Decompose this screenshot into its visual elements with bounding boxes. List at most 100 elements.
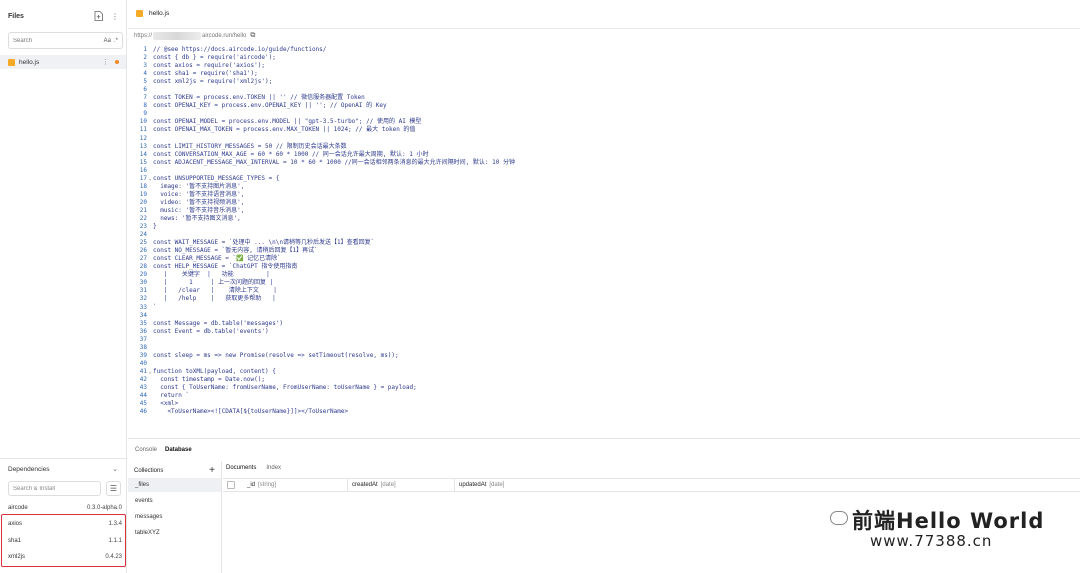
more-vertical-icon[interactable]: ⋮ — [110, 11, 120, 21]
collection-item[interactable]: messages — [128, 510, 221, 524]
code-line[interactable]: 34 — [128, 312, 1080, 320]
line-number: 27 — [139, 255, 147, 263]
code-line[interactable]: 35 const Message = db.table('messages') — [128, 320, 1080, 328]
line-number: 42 — [139, 375, 147, 383]
code-text: const { db } = require('aircode'); — [153, 54, 276, 62]
line-number: 28 — [139, 263, 147, 271]
code-line[interactable]: 22 news: '暂不支持图文消息', — [128, 215, 1080, 223]
code-line[interactable]: 39 const sleep = ms => new Promise(resolv… — [128, 352, 1080, 360]
copy-icon[interactable]: ⧉ — [250, 32, 255, 40]
line-number: 12 — [139, 134, 147, 142]
code-line[interactable]: 17 ⌄ const UNSUPPORTED_MESSAGE_TYPES = { — [128, 175, 1080, 183]
tab-index[interactable]: Index — [266, 465, 281, 471]
line-number: 10 — [139, 118, 147, 126]
file-more-icon[interactable]: ⋮ — [102, 58, 109, 66]
dependency-search-input[interactable] — [13, 485, 93, 492]
code-line[interactable]: 43 const { ToUserName: fromUserName, Fro… — [128, 384, 1080, 392]
code-line[interactable]: 3 const axios = require('axios'); — [128, 62, 1080, 70]
code-line[interactable]: 23} — [128, 223, 1080, 231]
code-line[interactable]: 26 const NO_MESSAGE = `暂无内容, 请稍后回复【1】再试` — [128, 247, 1080, 255]
code-text: image: '暂不支持图片消息', — [153, 182, 245, 190]
editor-tabbar: hello.js — [128, 0, 1080, 29]
code-line[interactable]: 4 const sha1 = require('sha1'); — [128, 70, 1080, 78]
editor-tab-label: hello.js — [149, 10, 170, 17]
line-number: 22 — [139, 214, 147, 222]
file-search-box[interactable]: Aa .* — [8, 32, 123, 49]
collection-item[interactable]: tableXYZ — [128, 526, 221, 540]
code-text: function toXML(payload, content) { — [153, 367, 276, 375]
line-number: 45 — [139, 400, 147, 408]
line-number: 1 — [143, 46, 147, 53]
line-number: 38 — [139, 343, 147, 351]
new-file-icon[interactable] — [93, 11, 103, 21]
code-line[interactable]: 28 const HELP_MESSAGE = `ChatGPT 指令使用指南 — [128, 263, 1080, 271]
column-header-createdat[interactable]: createdAt [date] — [348, 478, 455, 492]
code-line[interactable]: 8 const OPENAI_KEY = process.env.OPENAI_K… — [128, 102, 1080, 110]
file-item-hello-js[interactable]: hello.js ⋮ — [0, 55, 126, 69]
tab-database[interactable]: Database — [165, 447, 192, 453]
code-line[interactable]: 44 return ` — [128, 392, 1080, 400]
line-number: 16 — [139, 166, 147, 174]
code-line[interactable]: 33 ` — [128, 304, 1080, 312]
code-line[interactable]: 25 const WAIT_MESSAGE = `处理中 ... \n\n请稍等几… — [128, 239, 1080, 247]
files-header: Files ⋮ — [8, 9, 120, 23]
code-line[interactable]: 5 const xml2js = require('xml2js'); — [128, 78, 1080, 86]
regex-toggle[interactable]: .* — [114, 38, 118, 44]
gutter — [147, 312, 153, 320]
code-line[interactable]: 2 const { db } = require('aircode'); — [128, 54, 1080, 62]
line-number: 3 — [143, 62, 147, 70]
list-menu-icon[interactable]: ☰ — [106, 481, 121, 496]
line-number: 32 — [139, 295, 147, 303]
code-line[interactable]: 20 video: '暂不支持视频消息', — [128, 199, 1080, 207]
code-text: const NO_MESSAGE = `暂无内容, 请稍后回复【1】再试` — [153, 247, 318, 255]
code-line[interactable]: 42 const timestamp = Date.now(); — [128, 376, 1080, 384]
code-line[interactable]: 11 const OPENAI_MAX_TOKEN = process.env.M… — [128, 126, 1080, 134]
code-line[interactable]: 15 const ADJACENT_MESSAGE_MAX_INTERVAL = … — [128, 159, 1080, 167]
code-line[interactable]: 38 — [128, 344, 1080, 352]
code-line[interactable]: 21 music: '暂不支持音乐消息', — [128, 207, 1080, 215]
editor-tab-hello-js[interactable]: hello.js — [136, 10, 169, 17]
code-line[interactable]: 1 // @see https://docs.aircode.io/guide/f… — [128, 46, 1080, 54]
collections-panel: Collections + _files events messages tab… — [128, 461, 222, 573]
code-line[interactable]: 18 image: '暂不支持图片消息', — [128, 183, 1080, 191]
file-search-input[interactable] — [13, 37, 101, 44]
line-number: 36 — [139, 327, 147, 335]
code-line[interactable]: 32 | /help | 获取更多帮助 | — [128, 295, 1080, 303]
code-line[interactable]: 13 const LIMIT_HISTORY_MESSAGES = 50 // 限… — [128, 143, 1080, 151]
code-line[interactable]: 46 <ToUserName><![CDATA[${toUserName}]]>… — [128, 408, 1080, 416]
code-line[interactable]: 16 — [128, 167, 1080, 175]
add-collection-icon[interactable]: + — [209, 465, 215, 476]
dependencies-header[interactable]: Dependencies ⌄ — [8, 465, 118, 474]
match-case-toggle[interactable]: Aa — [104, 38, 111, 44]
dependency-row[interactable]: aircode 0.3.0-alpha.0 — [8, 505, 122, 511]
code-line[interactable]: 41 ⌄ function toXML(payload, content) { — [128, 368, 1080, 376]
watermark-url: www.77388.cn — [870, 532, 993, 550]
column-header-id[interactable]: _id [string] — [243, 478, 348, 492]
line-number: 33 — [139, 303, 147, 311]
code-text: <ToUserName><![CDATA[${toUserName}]]></T… — [153, 408, 349, 416]
code-line[interactable]: 24 — [128, 231, 1080, 239]
code-line[interactable]: 36 const Event = db.table('events') — [128, 328, 1080, 336]
code-line[interactable]: 45 <xml> — [128, 400, 1080, 408]
tab-console[interactable]: Console — [135, 447, 157, 453]
column-header-updatedat[interactable]: updatedAt [date] — [455, 478, 575, 492]
code-text: const CONVERSATION_MAX_AGE = 60 * 60 * 1… — [153, 150, 429, 158]
dependency-search-box[interactable] — [8, 481, 101, 496]
code-area[interactable]: 1 // @see https://docs.aircode.io/guide/f… — [128, 46, 1080, 438]
select-all-checkbox[interactable] — [227, 481, 235, 489]
line-number: 41 — [139, 367, 147, 375]
tab-documents[interactable]: Documents — [226, 465, 256, 471]
line-number: 11 — [139, 126, 147, 134]
code-line[interactable]: 12 — [128, 135, 1080, 143]
line-number: 26 — [139, 247, 147, 255]
url-prefix: https:// — [134, 33, 153, 39]
code-line[interactable]: 37 — [128, 336, 1080, 344]
line-number: 46 — [139, 408, 147, 416]
chevron-down-icon[interactable]: ⌄ — [112, 465, 118, 473]
collection-item[interactable]: _files — [128, 478, 221, 492]
collections-header: Collections + — [134, 465, 215, 476]
code-line[interactable]: 14 const CONVERSATION_MAX_AGE = 60 * 60 *… — [128, 151, 1080, 159]
collection-item[interactable]: events — [128, 494, 221, 508]
code-line[interactable]: 40 — [128, 360, 1080, 368]
code-line[interactable]: 19 voice: '暂不支持语音消息', — [128, 191, 1080, 199]
